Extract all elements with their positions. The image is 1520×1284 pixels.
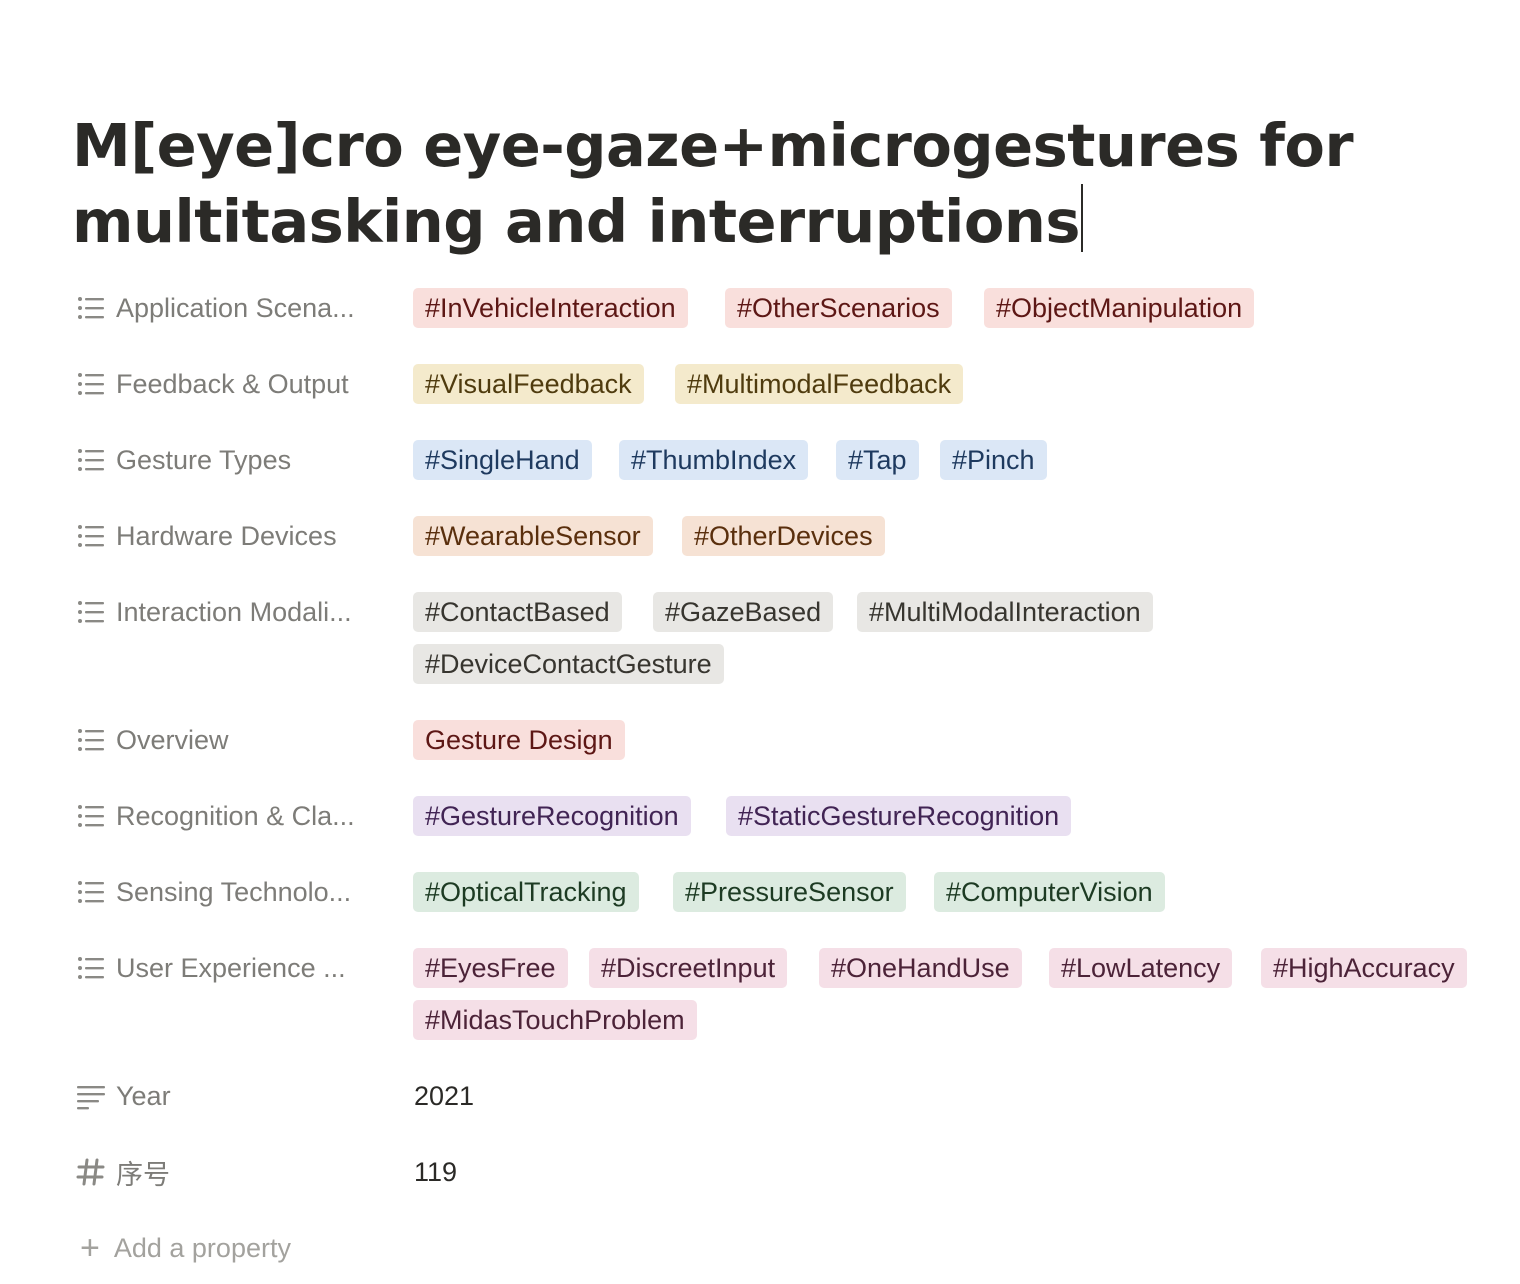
tag[interactable]: #EyesFree	[413, 948, 568, 988]
property-label[interactable]: Hardware Devices	[76, 498, 406, 574]
number-icon	[76, 1157, 106, 1187]
tag[interactable]: #ContactBased	[413, 592, 622, 632]
tag[interactable]: #ObjectManipulation	[984, 288, 1255, 328]
property-label-text: Feedback & Output	[116, 368, 349, 399]
text-cursor	[1081, 184, 1084, 252]
tag[interactable]: #StaticGestureRecognition	[726, 796, 1072, 836]
tag[interactable]: #HighAccuracy	[1261, 948, 1467, 988]
property-label-text: User Experience ...	[116, 952, 346, 983]
tag[interactable]: #OpticalTracking	[413, 872, 639, 912]
tag[interactable]: #DeviceContactGesture	[413, 644, 724, 684]
property-label[interactable]: Gesture Types	[76, 422, 406, 498]
page-title-text[interactable]: M[eye]cro eye-gaze+microgestures for mul…	[72, 111, 1354, 256]
list-icon	[76, 801, 106, 831]
tag[interactable]: #MidasTouchProblem	[413, 1000, 697, 1040]
property-label[interactable]: Application Scena...	[76, 270, 406, 346]
tag[interactable]: #PressureSensor	[673, 872, 906, 912]
tag[interactable]: #OtherDevices	[682, 516, 885, 556]
property-label[interactable]: Feedback & Output	[76, 346, 406, 422]
tag[interactable]: #DiscreetInput	[589, 948, 788, 988]
list-icon	[76, 725, 106, 755]
property-label[interactable]: Year	[76, 1058, 406, 1134]
serial-number-value[interactable]: 119	[414, 1134, 457, 1210]
tag[interactable]: #GazeBased	[653, 592, 834, 632]
list-icon	[76, 877, 106, 907]
tag[interactable]: Gesture Design	[413, 720, 625, 760]
page-title[interactable]: M[eye]cro eye-gaze+microgestures for mul…	[72, 108, 1372, 260]
tag[interactable]: #Pinch	[940, 440, 1047, 480]
add-property-button[interactable]: + Add a property	[80, 1226, 291, 1270]
property-label[interactable]: 序号	[76, 1134, 406, 1210]
property-label[interactable]: Overview	[76, 702, 406, 778]
list-icon	[76, 445, 106, 475]
list-icon	[76, 521, 106, 551]
tag[interactable]: #LowLatency	[1049, 948, 1233, 988]
tag[interactable]: #GestureRecognition	[413, 796, 691, 836]
tag[interactable]: #InVehicleInteraction	[413, 288, 688, 328]
property-label[interactable]: User Experience ...	[76, 930, 406, 1006]
tag[interactable]: #ComputerVision	[934, 872, 1165, 912]
tag[interactable]: #WearableSensor	[413, 516, 653, 556]
property-label-text: Recognition & Cla...	[116, 800, 355, 831]
property-label-text: Year	[116, 1080, 171, 1111]
plus-icon: +	[80, 1229, 100, 1267]
property-label-text: Sensing Technolo...	[116, 876, 352, 907]
tag[interactable]: #SingleHand	[413, 440, 592, 480]
tag[interactable]: #MultimodalFeedback	[675, 364, 964, 404]
property-label-text: Application Scena...	[116, 292, 355, 323]
property-label-text: Interaction Modali...	[116, 596, 352, 627]
property-label-text: Hardware Devices	[116, 520, 337, 551]
list-icon	[76, 293, 106, 323]
property-label-text: Overview	[116, 724, 229, 755]
tag[interactable]: #Tap	[836, 440, 919, 480]
property-label[interactable]: Sensing Technolo...	[76, 854, 406, 930]
list-icon	[76, 597, 106, 627]
text-icon	[76, 1081, 106, 1111]
tag[interactable]: #OtherScenarios	[725, 288, 952, 328]
list-icon	[76, 953, 106, 983]
tag[interactable]: #ThumbIndex	[619, 440, 809, 480]
property-label[interactable]: Recognition & Cla...	[76, 778, 406, 854]
property-label-text: 序号	[116, 1159, 170, 1190]
tag[interactable]: #MultiModalInteraction	[857, 592, 1153, 632]
list-icon	[76, 369, 106, 399]
tag[interactable]: #VisualFeedback	[413, 364, 644, 404]
year-value[interactable]: 2021	[414, 1058, 474, 1134]
property-label-text: Gesture Types	[116, 444, 292, 475]
add-property-label: Add a property	[113, 1232, 291, 1263]
tag[interactable]: #OneHandUse	[819, 948, 1022, 988]
property-label[interactable]: Interaction Modali...	[76, 574, 406, 650]
